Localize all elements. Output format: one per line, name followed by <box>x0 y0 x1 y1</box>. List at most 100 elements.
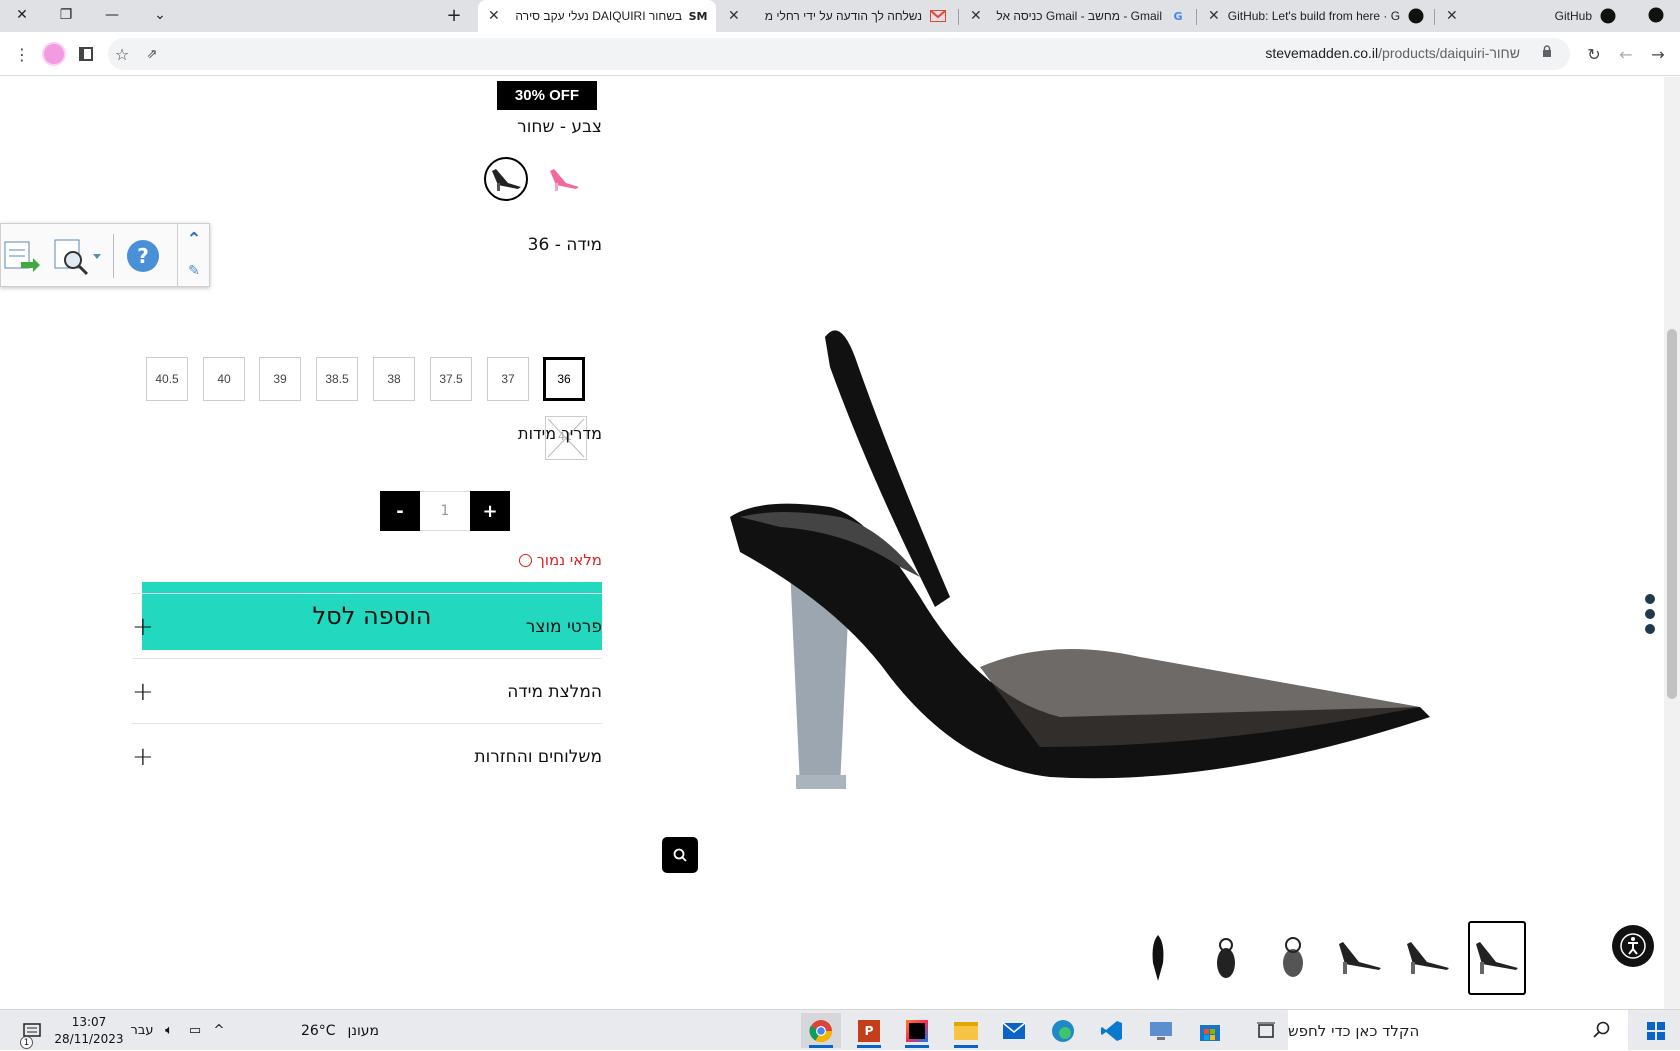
product-main-image[interactable] <box>720 277 1440 837</box>
edge-icon[interactable] <box>1043 1013 1083 1048</box>
url-text[interactable]: stevemadden.co.il/products/daiquiri-שחור <box>1265 45 1520 61</box>
clock-time: 13:07 <box>71 1014 107 1029</box>
hidden-icons-chevron-icon[interactable]: ^ <box>208 1010 230 1051</box>
size-option-38-5[interactable]: 38.5 <box>316 357 358 401</box>
size-option-38[interactable]: 38 <box>373 357 415 401</box>
size-option-39[interactable]: 39 <box>259 357 301 401</box>
search-placeholder: הקלד כאן כדי לחפש <box>1288 1021 1420 1040</box>
share-icon[interactable]: ⇗ <box>138 40 166 68</box>
size-option-37-5[interactable]: 37.5 <box>430 357 472 401</box>
tab-title: GitHub: Let's build from here · G <box>1227 9 1400 23</box>
scrollbar-thumb[interactable] <box>1667 329 1677 699</box>
back-arrow-icon[interactable]: ← <box>1612 40 1640 68</box>
restore-window-button[interactable]: ❐ <box>44 0 88 30</box>
task-view-icon[interactable] <box>1246 1013 1286 1048</box>
plus-icon: + <box>132 742 154 772</box>
url-host: stevemadden.co.il <box>1265 45 1379 61</box>
notification-center-button[interactable]: 1 <box>14 1010 50 1051</box>
language-indicator[interactable]: עבר <box>128 1010 156 1051</box>
store-icon[interactable] <box>1190 1013 1230 1048</box>
powerpoint-icon[interactable]: P <box>849 1013 889 1048</box>
collapse-up-icon[interactable]: ⌃ <box>178 224 210 255</box>
export-icon[interactable] <box>3 238 41 274</box>
size-option-37[interactable]: 37 <box>487 357 529 401</box>
accordion-label: פרטי מוצר <box>525 617 602 637</box>
windows-start-icon[interactable] <box>1636 1013 1676 1048</box>
clock-icon <box>518 553 532 567</box>
profile-avatar[interactable] <box>42 42 66 66</box>
find-document-icon[interactable] <box>53 238 103 278</box>
tab-close-icon[interactable]: ✕ <box>728 8 740 24</box>
taskbar-search-input[interactable]: הקלד כאן כדי לחפש <box>1288 1010 1628 1051</box>
file-explorer-icon[interactable] <box>946 1013 986 1048</box>
new-tab-button[interactable]: + <box>432 0 476 30</box>
minimize-window-button[interactable]: — <box>90 0 134 30</box>
zoom-button[interactable] <box>662 837 698 873</box>
tab-close-icon[interactable]: ✕ <box>1446 8 1458 24</box>
address-bar[interactable]: ☆ ⇗ stevemadden.co.il/products/daiquiri-… <box>108 38 1570 70</box>
thumbnail-3[interactable] <box>1264 921 1322 995</box>
tab-strip: ✕ ❐ — ⌄ + ✕ נעלי עקב סירה DAIQUIRI בשחור… <box>0 0 1680 32</box>
accordion-label: המלצת מידה <box>507 682 602 702</box>
page-scrollbar[interactable] <box>1664 77 1680 1009</box>
size-guide-link[interactable]: מדריך מידות <box>518 424 602 443</box>
chrome-icon[interactable] <box>801 1013 841 1048</box>
forward-arrow-icon[interactable]: → <box>1644 40 1672 68</box>
accessibility-icon <box>1620 933 1646 959</box>
tab-close-icon[interactable]: ✕ <box>1208 8 1220 24</box>
thumbnail-5[interactable] <box>1399 921 1457 995</box>
tab-stevemadden[interactable]: ✕ נעלי עקב סירה DAIQUIRI בשחור SM <box>478 0 716 32</box>
color-swatch-pink[interactable] <box>542 157 586 201</box>
size-option-36[interactable]: 36 <box>543 357 585 401</box>
size-option-40[interactable]: 40 <box>203 357 245 401</box>
remote-desktop-icon[interactable] <box>1141 1013 1181 1048</box>
tab-github[interactable]: ✕ GitHub <box>1436 0 1626 32</box>
vscode-icon[interactable] <box>1092 1013 1132 1048</box>
quantity-increase-button[interactable]: + <box>470 491 510 531</box>
github-icon <box>1634 0 1678 30</box>
tab-title: נשלחה לך הודעה על ידי רחלי מ <box>764 9 922 23</box>
size-option-40-5[interactable]: 40.5 <box>146 357 188 401</box>
quantity-decrease-button[interactable]: - <box>380 491 420 531</box>
weather-widget[interactable]: 26°C מעונן <box>280 1010 400 1051</box>
clock[interactable]: 13:07 28/11/2023 <box>54 1010 124 1051</box>
volume-icon[interactable]: 🔈︎ <box>158 1010 180 1051</box>
accordion-size-recommendation[interactable]: + המלצת מידה <box>132 660 602 724</box>
color-swatch-black[interactable] <box>484 157 528 201</box>
weather-desc: מעונן <box>347 1022 380 1039</box>
mail-icon[interactable] <box>994 1013 1034 1048</box>
menu-kebab-icon[interactable]: ⋮ <box>8 40 36 68</box>
tab-close-icon[interactable]: ✕ <box>488 8 500 24</box>
windows-taskbar: 1 13:07 28/11/2023 עבר 🔈︎ ▭ ^ 26°C מעונן… <box>0 1009 1680 1051</box>
tab-gmail-login[interactable]: ✕ כניסה אל Gmail - מחשב - Gmail G <box>960 0 1196 32</box>
bookmark-star-icon[interactable]: ☆ <box>108 40 136 68</box>
accordion-label: משלוחים והחזרות <box>474 747 602 767</box>
network-icon[interactable]: ▭ <box>184 1010 206 1051</box>
accessibility-button[interactable] <box>1612 925 1654 967</box>
thumbnail-1[interactable] <box>1129 921 1187 995</box>
tab-gmail-message[interactable]: ✕ נשלחה לך הודעה על ידי רחלי מ <box>718 0 956 32</box>
size-label: מידה - 36 <box>527 235 602 255</box>
tab-search-button[interactable]: ⌄ <box>138 0 182 30</box>
weather-temp: 26°C <box>300 1022 336 1039</box>
lock-icon[interactable] <box>1542 45 1552 61</box>
help-icon[interactable]: ? <box>127 240 159 272</box>
accordion-shipping-returns[interactable]: + משלוחים והחזרות <box>132 725 602 789</box>
more-options-icon[interactable] <box>1645 594 1657 642</box>
quantity-input[interactable]: 1 <box>420 491 470 531</box>
intellij-icon[interactable] <box>897 1013 937 1048</box>
thumbnail-6-selected[interactable] <box>1468 921 1526 995</box>
tab-close-icon[interactable]: ✕ <box>970 8 982 24</box>
tab-github-build[interactable]: ✕ GitHub: Let's build from here · G <box>1198 0 1434 32</box>
side-panel-icon[interactable] <box>72 40 100 68</box>
sm-icon: SM <box>688 9 708 23</box>
reload-icon[interactable]: ↻ <box>1580 40 1608 68</box>
github-icon <box>1600 8 1616 24</box>
black-shoe-icon <box>492 169 521 191</box>
thumbnail-4[interactable] <box>1331 921 1389 995</box>
accordion-product-details[interactable]: + פרטי מוצר <box>132 595 602 659</box>
close-window-button[interactable]: ✕ <box>0 0 44 30</box>
tab-title: GitHub <box>1554 9 1592 23</box>
thumbnail-2[interactable] <box>1197 921 1255 995</box>
pin-icon[interactable]: ✎ <box>178 255 210 286</box>
